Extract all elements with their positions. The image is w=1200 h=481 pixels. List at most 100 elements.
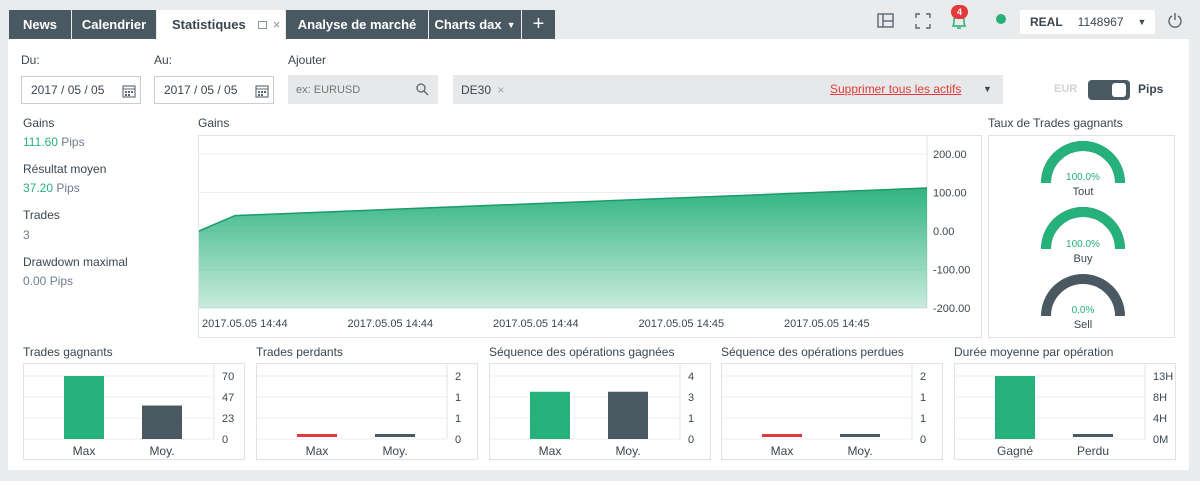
y-tick-label: 0 bbox=[688, 434, 694, 446]
tab-label: Statistiques bbox=[172, 17, 246, 32]
tab-market-analysis[interactable]: Analyse de marché bbox=[286, 10, 428, 39]
x-tick-label: 2017.05.05 14:44 bbox=[202, 318, 288, 330]
y-tick-label: 0.00 bbox=[933, 226, 954, 238]
bar-chart-svg: 2 1 1 0 Max Moy. bbox=[257, 364, 461, 458]
bar-chart-svg: 13H 8H 4H 0M Gagné Perdu bbox=[955, 364, 1173, 458]
account-type: REAL bbox=[1030, 15, 1063, 29]
add-asset-label: Ajouter bbox=[288, 53, 327, 67]
from-date-input[interactable]: 2017 / 05 / 05 bbox=[21, 76, 141, 104]
x-category-label: Max bbox=[306, 444, 329, 458]
bar-chart-title: Séquence des opérations perdues bbox=[721, 345, 904, 359]
gains-unit: Pips bbox=[61, 135, 85, 149]
avg-result-number: 37.20 bbox=[23, 181, 54, 195]
plus-icon: + bbox=[532, 13, 545, 35]
bar bbox=[530, 391, 570, 439]
bar-chart: 2 1 1 0 Max Moy. bbox=[256, 363, 478, 460]
tab-statistics[interactable]: Statistiques × bbox=[157, 10, 285, 39]
x-category-label: Max bbox=[73, 444, 96, 458]
add-tab-button[interactable]: + bbox=[522, 10, 555, 39]
y-tick-label: 1 bbox=[920, 392, 926, 404]
bar-chart-svg: 2 1 1 0 Max Moy. bbox=[722, 364, 926, 458]
gains-number: 111.60 bbox=[23, 135, 58, 149]
y-tick-label: 0M bbox=[1153, 434, 1168, 446]
account-number: 1148967 bbox=[1077, 15, 1124, 29]
y-tick-label: 4 bbox=[688, 371, 694, 383]
y-tick-label: 23 bbox=[222, 413, 234, 425]
bar-chart: 13H 8H 4H 0M Gagné Perdu bbox=[954, 363, 1176, 460]
bar-chart-title: Trades perdants bbox=[256, 345, 343, 359]
account-selector[interactable]: REAL 1148967 ▼ bbox=[1020, 10, 1155, 34]
selected-assets-box[interactable]: DE30 × Supprimer tous les actifs ▼ bbox=[453, 75, 1003, 104]
avg-result-unit: Pips bbox=[56, 181, 80, 195]
tab-news[interactable]: News bbox=[9, 10, 71, 39]
bar bbox=[64, 376, 104, 439]
chevron-down-icon: ▼ bbox=[506, 19, 516, 30]
bar-chart: 4 3 1 0 Max Moy. bbox=[489, 363, 711, 460]
x-category-label: Moy. bbox=[615, 444, 640, 458]
gains-value: 111.60 Pips bbox=[23, 135, 85, 149]
x-tick-label: 2017.05.05 14:45 bbox=[784, 318, 870, 330]
bar-chart-svg: 4 3 1 0 Max Moy. bbox=[490, 364, 694, 458]
trades-value: 3 bbox=[23, 228, 30, 242]
asset-search-box[interactable] bbox=[288, 75, 438, 104]
bar-chart-svg: 70 47 23 0 Max Moy. bbox=[24, 364, 234, 458]
bar bbox=[995, 376, 1035, 439]
toggle-knob bbox=[1112, 83, 1126, 97]
x-category-label: Perdu bbox=[1077, 444, 1109, 458]
y-tick-label: -200.00 bbox=[933, 303, 970, 315]
y-tick-label: 1 bbox=[920, 413, 926, 425]
tab-label: Calendrier bbox=[81, 17, 147, 32]
gains-chart: 200.00 100.00 0.00 -100.00 -200.00 2017.05.05… bbox=[198, 135, 982, 338]
currency-toggle-on-label: Pips bbox=[1138, 82, 1164, 96]
y-tick-label: 2 bbox=[920, 371, 926, 383]
remove-all-assets-link[interactable]: Supprimer tous les actifs bbox=[830, 82, 961, 96]
bar-chart: 2 1 1 0 Max Moy. bbox=[721, 363, 943, 460]
asset-search-input[interactable] bbox=[288, 75, 408, 104]
y-tick-label: 0 bbox=[455, 434, 461, 446]
x-category-label: Max bbox=[771, 444, 794, 458]
detach-icon[interactable] bbox=[257, 20, 267, 29]
x-tick-label: 2017.05.05 14:44 bbox=[348, 318, 434, 330]
tab-charts-dax[interactable]: Charts dax ▼ bbox=[429, 10, 521, 39]
bar-chart-title: Trades gagnants bbox=[23, 345, 113, 359]
notification-badge: 4 bbox=[951, 5, 968, 19]
bar bbox=[142, 405, 182, 439]
x-category-label: Moy. bbox=[847, 444, 872, 458]
y-tick-label: 100.00 bbox=[933, 188, 967, 200]
close-icon[interactable]: × bbox=[273, 17, 281, 32]
x-tick-label: 2017.05.05 14:44 bbox=[493, 318, 579, 330]
calendar-icon[interactable] bbox=[122, 84, 136, 98]
gauge-value: 0.0% bbox=[1071, 305, 1095, 316]
y-tick-label: 0 bbox=[222, 434, 228, 446]
currency-pips-toggle[interactable] bbox=[1088, 80, 1130, 100]
x-category-label: Moy. bbox=[382, 444, 407, 458]
x-tick-label: 2017.05.05 14:45 bbox=[639, 318, 725, 330]
search-icon[interactable] bbox=[416, 83, 429, 96]
to-date-input[interactable]: 2017 / 05 / 05 bbox=[154, 76, 274, 104]
connection-status-dot bbox=[996, 14, 1006, 24]
remove-asset-icon[interactable]: × bbox=[497, 83, 504, 97]
win-rate-title: Taux de Trades gagnants bbox=[988, 116, 1123, 130]
trades-label: Trades bbox=[23, 208, 60, 222]
calendar-icon[interactable] bbox=[255, 84, 269, 98]
statistics-panel: Du: 2017 / 05 / 05 Au: 2017 / 05 / 05 Aj… bbox=[8, 39, 1189, 470]
asset-chip-label: DE30 bbox=[461, 83, 492, 97]
bar bbox=[762, 434, 802, 437]
y-tick-label: 70 bbox=[222, 371, 234, 383]
currency-toggle-off-label: EUR bbox=[1054, 83, 1078, 95]
power-icon[interactable] bbox=[1167, 12, 1183, 28]
layout-icon[interactable] bbox=[877, 13, 894, 28]
drawdown-label: Drawdown maximal bbox=[23, 255, 128, 269]
y-tick-label: 8H bbox=[1153, 392, 1167, 404]
gains-area bbox=[199, 188, 927, 308]
y-tick-label: 1 bbox=[455, 413, 461, 425]
fullscreen-icon[interactable] bbox=[915, 13, 931, 29]
bar bbox=[840, 434, 880, 437]
y-tick-label: 0 bbox=[920, 434, 926, 446]
avg-result-value: 37.20 Pips bbox=[23, 181, 80, 195]
x-category-label: Moy. bbox=[149, 444, 174, 458]
gauge-value: 100.0% bbox=[1066, 172, 1100, 183]
chevron-down-icon[interactable]: ▼ bbox=[983, 84, 992, 94]
tab-calendar[interactable]: Calendrier bbox=[72, 10, 156, 39]
bar bbox=[297, 434, 337, 437]
